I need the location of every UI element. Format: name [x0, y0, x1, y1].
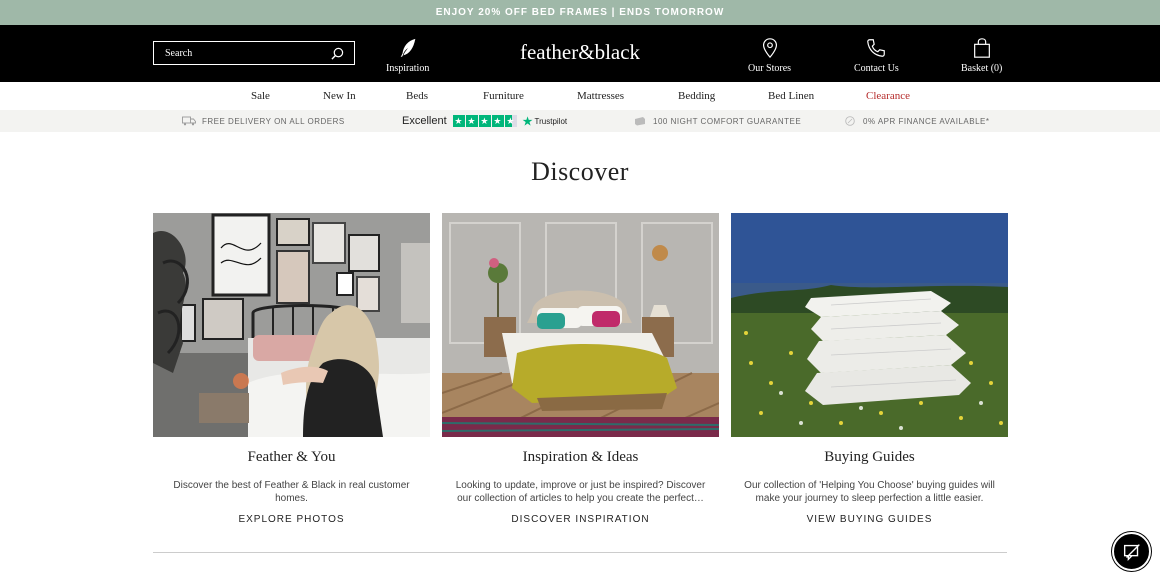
logo-text: feather&black [519, 40, 641, 64]
nav-item-beds[interactable]: Beds [406, 90, 428, 102]
section-divider [153, 552, 1007, 553]
trustpilot-star-icon: ★ [522, 115, 533, 128]
card-image-buying-guides[interactable] [731, 213, 1008, 437]
bedroom-photo-image [153, 213, 430, 437]
star-icon: ★ [478, 115, 491, 127]
usp-guarantee-text: 100 NIGHT COMFORT GUARANTEE [653, 116, 802, 126]
card-buying-guides: Buying Guides Our collection of 'Helping… [731, 213, 1008, 525]
nav-item-sale[interactable]: Sale [251, 90, 270, 102]
usp-delivery: FREE DELIVERY ON ALL ORDERS [182, 110, 345, 132]
chat-icon [1123, 543, 1140, 561]
basket-link[interactable]: Basket (0) [961, 37, 1002, 74]
usp-finance: 0% APR FINANCE AVAILABLE* [843, 110, 989, 132]
card-description: Our collection of 'Helping You Choose' b… [744, 480, 995, 504]
chat-button[interactable] [1112, 532, 1151, 571]
percent-icon [845, 116, 855, 126]
usp-finance-text: 0% APR FINANCE AVAILABLE* [863, 116, 990, 126]
nav-item-mattresses[interactable]: Mattresses [577, 90, 624, 102]
usp-bar: FREE DELIVERY ON ALL ORDERS Excellent ★ … [0, 110, 1160, 132]
usp-delivery-text: FREE DELIVERY ON ALL ORDERS [202, 116, 345, 126]
card-title[interactable]: Feather & You [153, 449, 430, 466]
card-description: Discover the best of Feather & Black in … [173, 480, 410, 504]
star-icon: ★ [452, 115, 465, 127]
promo-banner[interactable]: ENJOY 20% OFF BED FRAMES | ENDS TOMORROW [0, 0, 1160, 25]
contact-us-link[interactable]: Contact Us [854, 37, 899, 74]
bed-photo-image [442, 213, 719, 437]
our-stores-label: Our Stores [748, 63, 792, 74]
card-description: Looking to update, improve or just be in… [455, 480, 706, 504]
explore-photos-link[interactable]: EXPLORE PHOTOS [153, 514, 430, 525]
card-image-inspiration-and-ideas[interactable] [442, 213, 719, 437]
delivery-truck-icon [182, 116, 196, 126]
trustpilot-rating: Excellent [402, 115, 447, 127]
shopping-bag-icon [973, 38, 990, 58]
basket-label: Basket (0) [961, 63, 1003, 74]
contact-us-label: Contact Us [854, 63, 899, 74]
trustpilot-widget[interactable]: Excellent ★ ★ ★ ★ ★ ★ Trustpilot [402, 110, 567, 132]
mattresses-field-image [731, 213, 1008, 437]
nav-item-new-in[interactable]: New In [323, 90, 356, 102]
nav-item-clearance[interactable]: Clearance [866, 90, 910, 102]
trustpilot-logo: ★ Trustpilot [523, 115, 567, 128]
nav-item-bedding[interactable]: Bedding [678, 90, 715, 102]
mattress-icon [635, 117, 645, 126]
card-feather-and-you: Feather & You Discover the best of Feath… [153, 213, 430, 525]
view-buying-guides-link[interactable]: VIEW BUYING GUIDES [731, 514, 1008, 525]
discover-inspiration-link[interactable]: DISCOVER INSPIRATION [442, 514, 719, 525]
star-icon: ★ [465, 115, 478, 127]
card-image-feather-and-you[interactable] [153, 213, 430, 437]
star-half-icon: ★ [504, 115, 517, 127]
phone-icon [867, 39, 886, 57]
our-stores-link[interactable]: Our Stores [748, 37, 791, 74]
page-title: Discover [531, 157, 629, 186]
trustpilot-brand: Trustpilot [534, 116, 568, 126]
main-nav: Sale New In Beds Furniture Mattresses Be… [0, 82, 1160, 110]
card-inspiration-and-ideas: Inspiration & Ideas Looking to update, i… [442, 213, 719, 525]
card-title[interactable]: Inspiration & Ideas [442, 449, 719, 466]
nav-item-furniture[interactable]: Furniture [483, 90, 524, 102]
usp-guarantee: 100 NIGHT COMFORT GUARANTEE [633, 110, 801, 132]
promo-text: ENJOY 20% OFF BED FRAMES | ENDS TOMORROW [435, 7, 725, 18]
map-pin-icon [762, 38, 777, 59]
nav-item-bed-linen[interactable]: Bed Linen [768, 90, 814, 102]
trustpilot-stars: ★ ★ ★ ★ ★ [452, 115, 517, 127]
card-title[interactable]: Buying Guides [731, 449, 1008, 466]
site-header: Inspiration feather&black Our Stores Con… [0, 25, 1160, 82]
star-icon: ★ [491, 115, 504, 127]
